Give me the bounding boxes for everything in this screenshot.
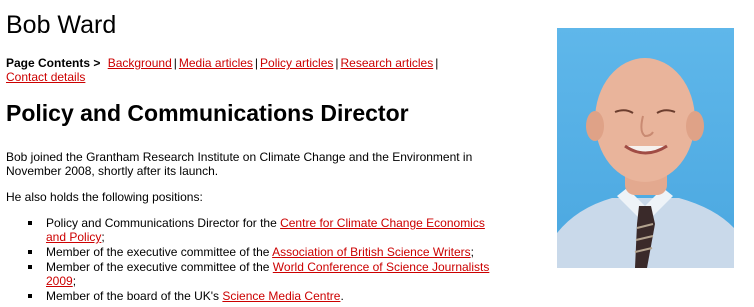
positions-intro: He also holds the following positions: bbox=[6, 190, 203, 204]
list-item-text: Member of the executive committee of the bbox=[46, 260, 273, 274]
page-title: Bob Ward bbox=[6, 11, 117, 39]
portrait-photo bbox=[557, 28, 734, 268]
nav-link-research-articles[interactable]: Research articles bbox=[341, 56, 434, 70]
list-item: Member of the executive committee of the… bbox=[26, 260, 496, 288]
list-item-suffix: . bbox=[340, 289, 344, 303]
list-item-suffix: ; bbox=[72, 274, 77, 288]
separator: | bbox=[335, 56, 339, 70]
list-item: Member of the board of the UK's Science … bbox=[26, 289, 496, 303]
bullet-icon bbox=[28, 221, 32, 225]
page-contents-label: Page Contents > bbox=[6, 56, 101, 70]
intro-paragraph: Bob joined the Grantham Research Institu… bbox=[6, 150, 473, 178]
nav-link-background[interactable]: Background bbox=[108, 56, 172, 70]
link-science-media-centre[interactable]: Science Media Centre bbox=[222, 289, 340, 303]
page-contents-nav: Page Contents > Background | Media article… bbox=[6, 56, 506, 84]
list-item: Policy and Communications Director for t… bbox=[26, 216, 496, 244]
bullet-icon bbox=[28, 265, 32, 269]
portrait-illustration bbox=[557, 58, 734, 268]
list-item-text: Policy and Communications Director for t… bbox=[46, 216, 281, 230]
list-item-suffix: ; bbox=[101, 230, 105, 244]
nav-link-contact-details[interactable]: Contact details bbox=[6, 70, 85, 84]
separator: | bbox=[254, 56, 259, 70]
list-item-suffix: ; bbox=[470, 245, 474, 259]
separator: | bbox=[435, 56, 439, 70]
list-item-text: Member of the executive committee of the bbox=[46, 245, 273, 259]
nav-link-media-articles[interactable]: Media articles bbox=[179, 56, 253, 70]
positions-list: Policy and Communications Director for t… bbox=[26, 216, 496, 304]
bullet-icon bbox=[28, 294, 32, 298]
link-absw[interactable]: Association of British Science Writers bbox=[272, 245, 471, 259]
separator: | bbox=[173, 56, 177, 70]
list-item-text: Member of the board of the UK's bbox=[46, 289, 223, 303]
role-heading: Policy and Communications Director bbox=[6, 100, 409, 126]
bullet-icon bbox=[28, 250, 32, 254]
nav-link-policy-articles[interactable]: Policy articles bbox=[260, 56, 333, 70]
list-item: Member of the executive committee of the… bbox=[26, 245, 496, 259]
